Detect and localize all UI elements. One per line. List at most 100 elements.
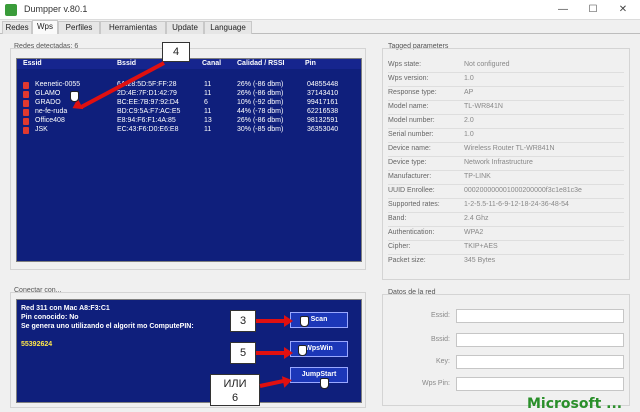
tagged-value: 345 Bytes bbox=[464, 257, 496, 264]
row-essid: JSK bbox=[35, 126, 48, 133]
column-canal[interactable]: Canal bbox=[202, 60, 221, 67]
table-row[interactable]: GLAMO 2D:4E:7F:D1:42:79 11 26% (-86 dbm)… bbox=[17, 90, 361, 99]
networks-table[interactable]: Essid Bssid Canal Calidad / RSSI Pin Kee… bbox=[16, 58, 362, 262]
console-line: Se genera uno utilizando el algorit mo C… bbox=[21, 323, 194, 330]
table-row[interactable]: Office408 E8:94:F6:F1:4A:85 13 26% (-86 … bbox=[17, 117, 361, 126]
lock-icon bbox=[23, 118, 29, 125]
tagged-divider bbox=[388, 198, 624, 199]
row-essid: ne-fe-ruda bbox=[35, 108, 68, 115]
hand-cursor-icon bbox=[320, 378, 329, 389]
bssid-field[interactable] bbox=[456, 333, 624, 347]
row-calidad: 26% (-86 dbm) bbox=[237, 81, 284, 88]
column-bssid[interactable]: Bssid bbox=[117, 60, 136, 67]
table-row[interactable]: Keenetic-0055 6A:28:5D:5F:FF:28 11 26% (… bbox=[17, 81, 361, 90]
row-pin: 37143410 bbox=[307, 90, 339, 97]
row-bssid: EC:43:F6:D0:E6:E8 bbox=[117, 126, 179, 133]
table-row[interactable]: GRADO BC:EE:7B:97:92:D4 6 10% (-92 dbm) … bbox=[17, 99, 361, 108]
lock-icon bbox=[23, 127, 29, 134]
row-calidad: 26% (-86 dbm) bbox=[237, 117, 284, 124]
column-essid[interactable]: Essid bbox=[23, 60, 42, 67]
table-row[interactable]: ne-fe-ruda BD:C9:5A:F7:AC:E5 11 44% (-78… bbox=[17, 108, 361, 117]
tab-bar: Redes Wps Perfiles Herramientas Update L… bbox=[0, 20, 640, 34]
row-canal: 11 bbox=[204, 126, 212, 133]
hand-cursor-icon bbox=[298, 345, 307, 356]
row-calidad: 10% (-92 dbm) bbox=[237, 99, 284, 106]
app-icon bbox=[5, 4, 17, 16]
hand-cursor-icon bbox=[70, 91, 79, 102]
lock-icon bbox=[23, 91, 29, 98]
console-line: Red 311 con Mac A8:F3:C1 bbox=[21, 305, 110, 312]
callout-6-text: ИЛИ bbox=[223, 378, 247, 390]
row-bssid: E8:94:F6:F1:4A:85 bbox=[117, 117, 176, 124]
row-essid: Office408 bbox=[35, 117, 65, 124]
row-essid: Keenetic-0055 bbox=[35, 81, 81, 88]
row-canal: 11 bbox=[204, 81, 212, 88]
key-field-label: Key: bbox=[435, 358, 450, 365]
row-canal: 11 bbox=[204, 108, 212, 115]
row-calidad: 44% (-78 dbm) bbox=[237, 108, 284, 115]
tagged-divider bbox=[388, 86, 624, 87]
lock-icon bbox=[23, 82, 29, 89]
title-bar: Dumpper v.80.1 — ☐ ✕ bbox=[0, 0, 640, 20]
console-pin-line: 55392624 bbox=[21, 341, 53, 348]
tab-update[interactable]: Update bbox=[166, 21, 204, 34]
lock-icon bbox=[23, 109, 29, 116]
hand-cursor-icon bbox=[300, 316, 309, 327]
row-bssid: BC:EE:7B:97:92:D4 bbox=[117, 99, 179, 106]
tagged-divider bbox=[388, 240, 624, 241]
tab-perfiles[interactable]: Perfiles bbox=[58, 21, 100, 34]
tagged-divider bbox=[388, 156, 624, 157]
tagged-divider bbox=[388, 114, 624, 115]
tab-redes[interactable]: Redes bbox=[2, 21, 32, 34]
row-calidad: 30% (-85 dbm) bbox=[237, 126, 284, 133]
row-essid: GLAMO bbox=[35, 90, 61, 97]
scan-button[interactable]: Scan bbox=[290, 312, 348, 328]
tab-herramientas[interactable]: Herramientas bbox=[100, 21, 166, 34]
tagged-divider bbox=[388, 142, 624, 143]
key-field[interactable] bbox=[456, 355, 624, 369]
tagged-divider bbox=[388, 226, 624, 227]
callout-6-number: 6 bbox=[231, 392, 239, 404]
minimize-button[interactable]: — bbox=[548, 0, 578, 20]
callout-5: 5 bbox=[230, 342, 256, 364]
row-canal: 13 bbox=[204, 117, 212, 124]
column-pin[interactable]: Pin bbox=[305, 60, 316, 67]
tagged-divider bbox=[388, 212, 624, 213]
tagged-label: Packet size: bbox=[388, 257, 426, 264]
row-bssid: BD:C9:5A:F7:AC:E5 bbox=[117, 108, 181, 115]
wps-pin-field-label: Wps Pin: bbox=[421, 380, 450, 387]
arrowhead-3 bbox=[284, 315, 293, 327]
callout-3: 3 bbox=[230, 310, 256, 332]
essid-field[interactable] bbox=[456, 309, 624, 323]
tagged-divider bbox=[388, 184, 624, 185]
tagged-divider bbox=[388, 128, 624, 129]
bssid-field-label: Bssid: bbox=[430, 336, 450, 343]
tagged-divider bbox=[388, 254, 624, 255]
table-row[interactable]: JSK EC:43:F6:D0:E6:E8 11 30% (-85 dbm) 3… bbox=[17, 126, 361, 135]
tab-language[interactable]: Language bbox=[204, 21, 252, 34]
row-calidad: 26% (-86 dbm) bbox=[237, 90, 284, 97]
callout-6: ИЛИ 6 bbox=[210, 374, 260, 406]
tagged-divider bbox=[388, 170, 624, 171]
row-canal: 6 bbox=[204, 99, 208, 106]
row-pin: 62216538 bbox=[307, 108, 339, 115]
window-title: Dumpper v.80.1 bbox=[24, 4, 88, 14]
tab-wps[interactable]: Wps bbox=[32, 20, 58, 34]
callout-4: 4 bbox=[162, 42, 190, 62]
row-pin: 04855448 bbox=[307, 81, 339, 88]
essid-field-label: Essid: bbox=[430, 312, 450, 319]
row-canal: 11 bbox=[204, 90, 212, 97]
row-pin: 98132591 bbox=[307, 117, 339, 124]
watermark: Microsoft ... bbox=[527, 396, 623, 412]
row-pin: 99417161 bbox=[307, 99, 339, 106]
row-bssid: 2D:4E:7F:D1:42:79 bbox=[117, 90, 177, 97]
arrowhead-5 bbox=[284, 347, 293, 359]
column-calidad[interactable]: Calidad / RSSI bbox=[237, 60, 284, 67]
jumpstart-button[interactable]: JumpStart bbox=[290, 367, 348, 383]
row-pin: 36353040 bbox=[307, 126, 339, 133]
maximize-button[interactable]: ☐ bbox=[578, 0, 608, 20]
tagged-divider bbox=[388, 72, 624, 73]
arrow-5 bbox=[256, 351, 286, 355]
wps-pin-field[interactable] bbox=[456, 377, 624, 391]
close-button[interactable]: ✕ bbox=[608, 0, 638, 20]
